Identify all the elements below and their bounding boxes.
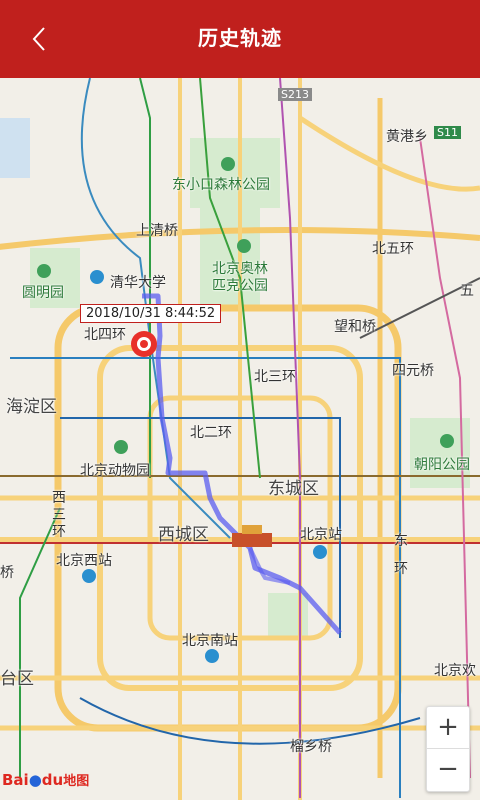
highway-badge: S213 (278, 88, 312, 101)
page-title: 历史轨迹 (198, 26, 282, 50)
metro-line (19, 507, 61, 778)
ring-road (54, 304, 402, 732)
map-label: 东 (394, 533, 408, 549)
map-label: 望和桥 (334, 319, 376, 335)
district-label: 台区 (0, 669, 34, 689)
map-label: 清华大学 (110, 275, 166, 291)
timestamp-label: 2018/10/31 8:44:52 (80, 304, 222, 323)
map-label: 北京欢 (434, 663, 476, 679)
park-area (190, 138, 280, 208)
map-label: 北四环 (84, 327, 126, 343)
water-area (0, 118, 30, 178)
park-icon (440, 434, 454, 448)
park-icon (114, 440, 128, 454)
map-label: 黄港乡 (386, 129, 428, 145)
map-label: 北三环 (254, 369, 296, 385)
station-icon (205, 649, 219, 663)
map-label: 北京南站 (182, 633, 238, 649)
station-icon (313, 545, 327, 559)
map-label: 上清桥 (136, 223, 178, 239)
location-marker-icon[interactable] (131, 331, 157, 357)
map-label: 匹克公园 (212, 278, 268, 294)
zoom-in-button[interactable]: + (427, 707, 469, 748)
map-label: 桥 (0, 565, 14, 581)
map-label: 北京站 (300, 527, 342, 543)
park-icon (221, 157, 235, 171)
map-label: 北五环 (372, 241, 414, 257)
district-label: 海淀区 (6, 397, 57, 417)
map-label: 西三环 (52, 490, 66, 540)
park-icon (37, 264, 51, 278)
map-label: 四元桥 (392, 363, 434, 379)
district-label: 西城区 (158, 525, 209, 545)
map-label: 环 (394, 561, 408, 577)
map-label: 圆明园 (22, 285, 64, 301)
map-label: 东小口森林公园 (172, 177, 270, 193)
map-label: 北京动物园 (80, 463, 150, 479)
map-label: 北京西站 (56, 553, 112, 569)
highway-badge: S11 (434, 126, 461, 139)
map-label: 朝阳公园 (414, 457, 470, 473)
district-label: 东城区 (268, 479, 319, 499)
park-icon (237, 239, 251, 253)
tiananmen-roof (242, 525, 262, 534)
zoom-out-button[interactable]: − (427, 748, 469, 790)
paw-icon: ● (28, 771, 42, 789)
tiananmen-icon (232, 533, 272, 547)
map-label: 五 (460, 283, 474, 299)
zoom-control: + − (426, 706, 470, 792)
map-label: 榴乡桥 (290, 739, 332, 755)
map-view[interactable]: S213 黄港乡 S11 东小口森林公园 上清桥 北五环 清华大学 北京奥林 匹… (0, 78, 480, 800)
station-icon (90, 270, 104, 284)
map-label: 北二环 (190, 425, 232, 441)
metro-line (79, 697, 421, 745)
station-icon (82, 569, 96, 583)
header-bar: 历史轨迹 (0, 0, 480, 78)
baidu-logo: Bai●du地图 (2, 771, 90, 789)
